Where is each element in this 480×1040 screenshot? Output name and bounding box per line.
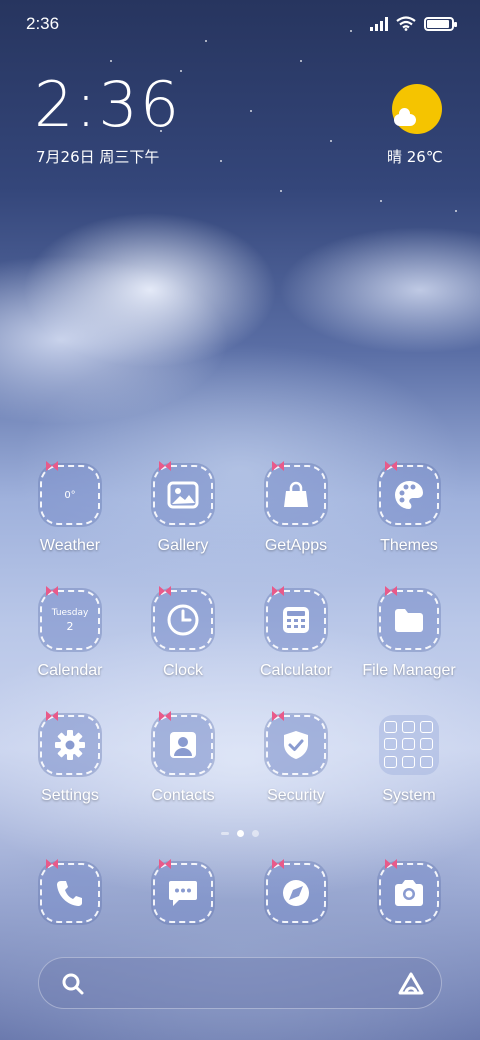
status-icons [370,16,457,31]
app-settings[interactable]: Settings [15,711,125,825]
clock-widget-time[interactable]: 2:36 [34,74,181,136]
app-gallery[interactable]: Gallery [128,461,238,575]
app-label: Themes [380,537,438,554]
calculator-icon [266,586,326,650]
page-dot-2 [252,830,259,837]
shield-icon [266,711,326,775]
app-system-folder[interactable]: System [354,715,464,825]
assistant-icon[interactable] [397,971,425,997]
page-indicator [0,830,480,837]
app-label: File Manager [362,662,456,679]
app-file-manager[interactable]: File Manager [354,586,464,700]
clock-widget-date[interactable]: 7月26日 周三下午 [36,146,159,167]
app-label: Gallery [157,537,209,554]
app-calendar[interactable]: Tuesday 2 Calendar [15,586,125,700]
app-weather[interactable]: 0° Weather [15,461,125,575]
phone-icon [40,859,100,923]
clock-icon [153,586,213,650]
signal-icon [370,16,388,31]
messages-icon [153,859,213,923]
browser-icon [266,859,326,923]
camera-icon [379,859,439,923]
app-label: Calendar [37,662,103,679]
weather-icon: 0° [40,461,100,525]
cloud-icon [394,108,416,126]
battery-icon [424,16,457,31]
wifi-icon [396,16,416,31]
app-getapps[interactable]: GetApps [241,461,351,575]
search-icon[interactable] [61,972,85,996]
status-time: 2:36 [26,14,60,33]
calendar-icon-weekday: Tuesday [51,608,89,618]
app-label: Weather [39,537,101,554]
app-themes[interactable]: Themes [354,461,464,575]
app-contacts[interactable]: Contacts [128,711,238,825]
weather-widget-text: 晴 26℃ [387,148,443,166]
system-folder-icon [379,715,439,775]
shopping-bag-icon [266,461,326,525]
app-label: Contacts [151,787,215,804]
contact-icon [153,711,213,775]
app-label: System [382,787,436,804]
calendar-icon-day: 2 [66,620,74,633]
app-label: Calculator [259,662,333,679]
app-calculator[interactable]: Calculator [241,586,351,700]
gear-icon [40,711,100,775]
app-label: Security [267,787,325,804]
status-bar: 2:36 [0,0,480,50]
palette-icon [379,461,439,525]
weather-icon-temp: 0° [64,489,76,501]
calendar-icon: Tuesday 2 [40,586,100,650]
page-indicator-minus-one [221,832,229,835]
search-bar[interactable] [38,957,442,1009]
page-dot-1 [237,830,244,837]
app-clock[interactable]: Clock [128,586,238,700]
app-security[interactable]: Security [241,711,351,825]
app-label: Settings [41,787,99,804]
app-label: Clock [162,662,203,679]
gallery-icon [153,461,213,525]
folder-icon [379,586,439,650]
app-label: GetApps [264,537,328,554]
